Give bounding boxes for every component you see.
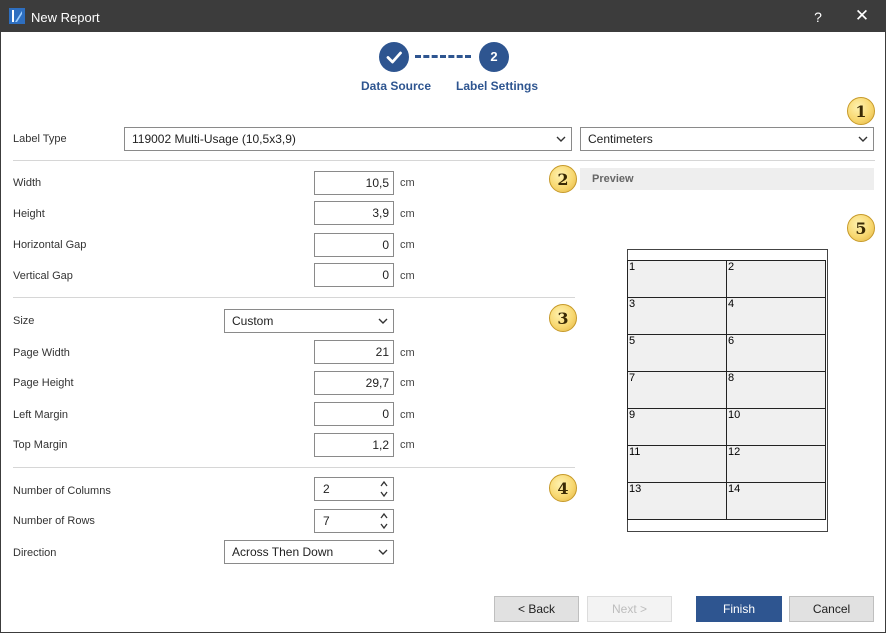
vertical-gap-input[interactable]: 0 <box>314 263 394 287</box>
units-select[interactable]: Centimeters <box>580 127 874 151</box>
finish-button[interactable]: Finish <box>696 596 782 622</box>
divider <box>13 467 575 468</box>
direction-value: Across Then Down <box>232 545 334 559</box>
page-height-input[interactable]: 29,7 <box>314 371 394 395</box>
vertical-gap-label: Vertical Gap <box>13 270 73 282</box>
horizontal-gap-label: Horizontal Gap <box>13 239 87 251</box>
divider <box>13 297 575 298</box>
chevron-up-icon[interactable] <box>379 511 389 521</box>
preview-label-cell: 1 <box>627 260 727 298</box>
rows-value: 7 <box>323 514 330 528</box>
check-icon <box>386 51 402 64</box>
height-unit: cm <box>400 208 415 220</box>
direction-label: Direction <box>13 547 57 559</box>
chevron-down-icon <box>378 318 388 324</box>
window-title: New Report <box>31 10 100 25</box>
next-button[interactable]: Next > <box>587 596 672 622</box>
label-type-label: Label Type <box>13 133 67 145</box>
preview-page: 1 2 3 4 5 6 7 8 9 10 11 12 13 14 <box>627 249 828 532</box>
columns-label: Number of Columns <box>13 485 111 497</box>
width-input[interactable]: 10,5 <box>314 171 394 195</box>
chevron-down-icon <box>378 549 388 555</box>
preview-label-cell: 13 <box>627 482 727 520</box>
chevron-down-icon[interactable] <box>379 489 389 499</box>
cancel-button[interactable]: Cancel <box>789 596 874 622</box>
page-width-unit: cm <box>400 347 415 359</box>
label-type-select[interactable]: 119002 Multi-Usage (10,5x3,9) <box>124 127 572 151</box>
top-margin-label: Top Margin <box>13 439 68 451</box>
top-margin-unit: cm <box>400 439 415 451</box>
callout-badge-1: 1 <box>847 97 875 125</box>
callout-badge-2: 2 <box>549 165 577 193</box>
preview-title: Preview <box>592 173 634 185</box>
top-margin-input[interactable]: 1,2 <box>314 433 394 457</box>
divider <box>13 160 875 161</box>
preview-label-cell: 10 <box>726 408 826 446</box>
page-width-label: Page Width <box>13 347 70 359</box>
step-2-circle: 2 <box>479 42 509 72</box>
title-bar: New Report ? ✕ <box>1 1 885 32</box>
horizontal-gap-input[interactable]: 0 <box>314 233 394 257</box>
chevron-down-icon[interactable] <box>379 521 389 531</box>
horizontal-gap-unit: cm <box>400 239 415 251</box>
preview-header: Preview <box>580 168 874 190</box>
step-1-circle <box>379 42 409 72</box>
width-label: Width <box>13 177 42 189</box>
left-margin-unit: cm <box>400 409 415 421</box>
callout-badge-4: 4 <box>549 474 577 502</box>
preview-label-cell: 3 <box>627 297 727 335</box>
size-select[interactable]: Custom <box>224 309 394 333</box>
label-type-value: 119002 Multi-Usage (10,5x3,9) <box>132 132 296 146</box>
left-margin-input[interactable]: 0 <box>314 402 394 426</box>
width-unit: cm <box>400 177 415 189</box>
left-margin-label: Left Margin <box>13 409 69 421</box>
preview-label-cell: 8 <box>726 371 826 409</box>
chevron-up-icon[interactable] <box>379 479 389 489</box>
direction-select[interactable]: Across Then Down <box>224 540 394 564</box>
height-label: Height <box>13 208 45 220</box>
page-height-unit: cm <box>400 377 415 389</box>
height-input[interactable]: 3,9 <box>314 201 394 225</box>
columns-stepper[interactable]: 2 <box>314 477 394 501</box>
callout-badge-3: 3 <box>549 304 577 332</box>
step-connector <box>415 55 471 58</box>
preview-label-cell: 12 <box>726 445 826 483</box>
preview-label-cell: 11 <box>627 445 727 483</box>
step-1-label: Data Source <box>361 79 432 93</box>
chevron-down-icon <box>556 136 566 142</box>
preview-label-cell: 7 <box>627 371 727 409</box>
back-button[interactable]: < Back <box>494 596 579 622</box>
vertical-gap-unit: cm <box>400 270 415 282</box>
preview-label-cell: 4 <box>726 297 826 335</box>
size-label: Size <box>13 315 35 327</box>
callout-badge-5: 5 <box>847 214 875 242</box>
app-logo-icon <box>9 8 25 24</box>
page-height-label: Page Height <box>13 377 74 389</box>
rows-label: Number of Rows <box>13 515 95 527</box>
size-value: Custom <box>232 314 274 328</box>
step-2-label: Label Settings <box>456 79 539 93</box>
columns-value: 2 <box>323 482 330 496</box>
page-width-input[interactable]: 21 <box>314 340 394 364</box>
chevron-down-icon <box>858 136 868 142</box>
close-button[interactable]: ✕ <box>851 5 873 27</box>
preview-label-cell: 6 <box>726 334 826 372</box>
help-button[interactable]: ? <box>807 7 829 27</box>
preview-label-cell: 9 <box>627 408 727 446</box>
rows-stepper[interactable]: 7 <box>314 509 394 533</box>
units-value: Centimeters <box>588 132 653 146</box>
preview-label-cell: 5 <box>627 334 727 372</box>
new-report-dialog: New Report ? ✕ 2 Data Source Label Setti… <box>0 0 886 633</box>
preview-label-cell: 2 <box>726 260 826 298</box>
preview-label-cell: 14 <box>726 482 826 520</box>
